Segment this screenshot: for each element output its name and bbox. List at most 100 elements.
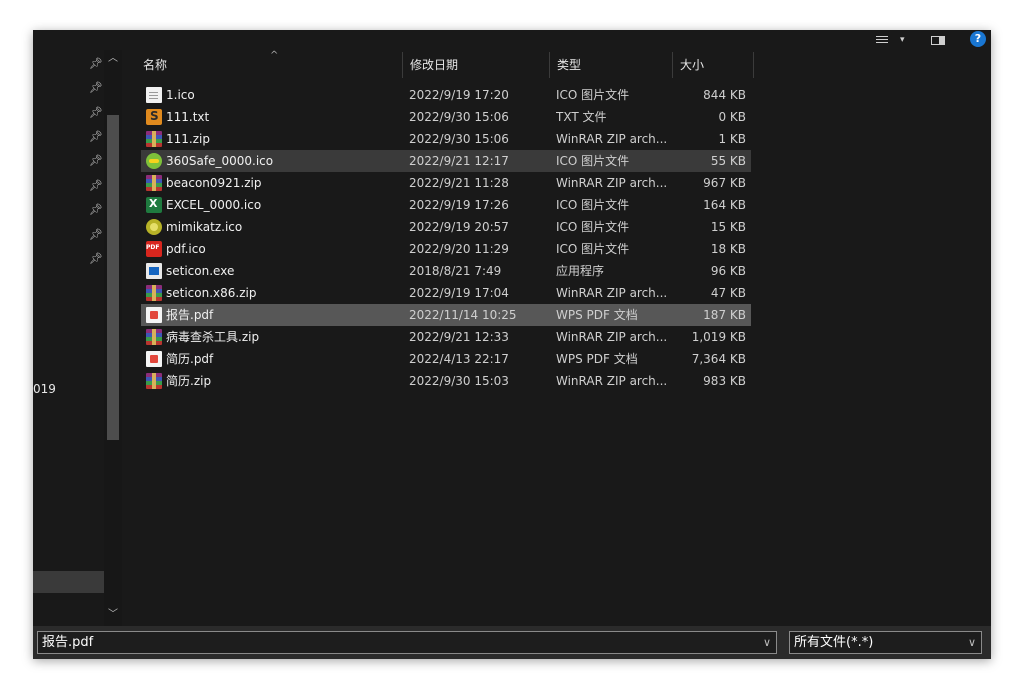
file-date: 2018/8/21 7:49 [409, 264, 502, 278]
pin-icon[interactable]: 📌︎ [89, 82, 103, 94]
ico-doc-icon [146, 87, 162, 103]
pin-icon[interactable]: 📌︎ [89, 155, 103, 167]
file-name: mimikatz.ico [166, 220, 243, 234]
winrar-zip-icon [146, 329, 162, 345]
column-header-name[interactable]: 名称 [136, 52, 403, 78]
file-row[interactable]: 111.txt 2022/9/30 15:06 TXT 文件 0 KB [141, 105, 751, 128]
file-type: WinRAR ZIP arch... [556, 132, 668, 146]
file-name: seticon.exe [166, 264, 235, 278]
file-type: 应用程序 [556, 264, 605, 278]
file-date: 2022/9/19 17:26 [409, 198, 509, 212]
column-header-type[interactable]: 类型 [550, 52, 673, 78]
file-date: 2022/9/30 15:03 [409, 374, 509, 388]
nav-scrollbar[interactable]: ︿ ﹀ [104, 50, 122, 626]
file-row[interactable]: 1.ico 2022/9/19 17:20 ICO 图片文件 844 KB [141, 84, 751, 106]
file-date: 2022/9/21 11:28 [409, 176, 509, 190]
exe-icon [146, 263, 162, 279]
file-name: EXCEL_0000.ico [166, 198, 262, 212]
file-size: 1,019 KB [691, 330, 746, 344]
file-type-filter-select[interactable]: 所有文件(*.*) ∨ [789, 631, 982, 654]
file-size: 164 KB [703, 198, 746, 212]
file-date: 2022/9/19 20:57 [409, 220, 509, 234]
file-type: ICO 图片文件 [556, 154, 630, 168]
file-row[interactable]: 简历.zip 2022/9/30 15:03 WinRAR ZIP arch..… [141, 370, 751, 392]
file-date: 2022/9/21 12:33 [409, 330, 509, 344]
file-size: 1 KB [718, 132, 746, 146]
preview-pane-icon[interactable] [930, 33, 946, 47]
pin-icon[interactable]: 📌︎ [89, 131, 103, 143]
pin-icon[interactable]: 📌︎ [89, 107, 103, 119]
help-icon[interactable]: ? [970, 31, 986, 47]
file-name: 111.txt [166, 110, 210, 124]
file-row[interactable]: pdf.ico 2022/9/20 11:29 ICO 图片文件 18 KB [141, 237, 751, 260]
file-size: 7,364 KB [691, 352, 746, 366]
chevron-down-icon[interactable]: ∨ [763, 632, 771, 653]
wps-pdf-icon [146, 307, 162, 323]
file-size: 15 KB [710, 220, 746, 234]
file-row[interactable]: seticon.x86.zip 2022/9/19 17:04 WinRAR Z… [141, 282, 751, 304]
file-row[interactable]: 病毒查杀工具.zip 2022/9/21 12:33 WinRAR ZIP ar… [141, 326, 751, 348]
file-type: WinRAR ZIP arch... [556, 176, 668, 190]
360-safe-icon [146, 153, 162, 169]
pdf-icon [146, 237, 162, 259]
chevron-down-icon[interactable]: ∨ [968, 632, 976, 653]
top-toolbar: ▾ ? [33, 30, 991, 50]
file-list: ^ 名称 修改日期 类型 大小 1.ico 2022/9/19 17:20 IC… [123, 50, 991, 626]
sublime-text-icon [146, 105, 162, 127]
winrar-zip-icon [146, 131, 162, 147]
file-type: WPS PDF 文档 [556, 308, 638, 322]
file-row[interactable]: mimikatz.ico 2022/9/19 20:57 ICO 图片文件 15… [141, 216, 751, 238]
view-options-icon[interactable] [874, 33, 890, 47]
file-name: 111.zip [166, 132, 210, 146]
pin-icon[interactable]: 📌︎ [89, 204, 103, 216]
file-date: 2022/9/21 12:17 [409, 154, 509, 168]
file-type: ICO 图片文件 [556, 220, 630, 234]
dialog-bottom-bar: 报告.pdf ∨ 所有文件(*.*) ∨ [33, 626, 991, 659]
file-type: ICO 图片文件 [556, 198, 630, 212]
file-type: TXT 文件 [556, 110, 607, 124]
file-row[interactable]: 简历.pdf 2022/4/13 22:17 WPS PDF 文档 7,364 … [141, 348, 751, 370]
file-row-hovered[interactable]: 360Safe_0000.ico 2022/9/21 12:17 ICO 图片文… [141, 150, 751, 172]
file-type: WinRAR ZIP arch... [556, 374, 668, 388]
column-header-date[interactable]: 修改日期 [403, 52, 550, 78]
file-name: beacon0921.zip [166, 176, 262, 190]
file-type: WinRAR ZIP arch... [556, 330, 668, 344]
file-row[interactable]: EXCEL_0000.ico 2022/9/19 17:26 ICO 图片文件 … [141, 193, 751, 216]
winrar-zip-icon [146, 285, 162, 301]
file-row[interactable]: 111.zip 2022/9/30 15:06 WinRAR ZIP arch.… [141, 128, 751, 150]
scroll-thumb[interactable] [107, 115, 119, 440]
file-date: 2022/9/30 15:06 [409, 132, 509, 146]
column-header-size[interactable]: 大小 [673, 52, 754, 78]
file-name: 病毒查杀工具.zip [166, 330, 260, 344]
file-size: 0 KB [718, 110, 746, 124]
file-type: ICO 图片文件 [556, 88, 630, 102]
filter-value: 所有文件(*.*) [794, 635, 874, 650]
pin-icon[interactable]: 📌︎ [89, 253, 103, 265]
file-date: 2022/9/20 11:29 [409, 242, 509, 256]
scroll-down-icon[interactable]: ﹀ [104, 608, 122, 622]
file-date: 2022/4/13 22:17 [409, 352, 509, 366]
winrar-zip-icon [146, 373, 162, 389]
file-type: ICO 图片文件 [556, 242, 630, 256]
file-name: 1.ico [166, 88, 195, 102]
wps-pdf-icon [146, 351, 162, 367]
file-size: 983 KB [703, 374, 746, 388]
file-row[interactable]: beacon0921.zip 2022/9/21 11:28 WinRAR ZI… [141, 172, 751, 194]
file-type: WPS PDF 文档 [556, 352, 638, 366]
pin-icon[interactable]: 📌︎ [89, 180, 103, 192]
nav-item-label[interactable]: 019 [33, 382, 56, 396]
pin-icon[interactable]: 📌︎ [89, 58, 103, 70]
file-size: 96 KB [710, 264, 746, 278]
file-dialog-window: ▾ ? 📌︎ 📌︎ 📌︎ 📌︎ 📌︎ 📌︎ 📌︎ 📌︎ 📌︎ 019 ︿ ﹀ ^… [33, 30, 991, 659]
file-date: 2022/11/14 10:25 [409, 308, 517, 322]
file-row[interactable]: seticon.exe 2018/8/21 7:49 应用程序 96 KB [141, 260, 751, 282]
pin-icon[interactable]: 📌︎ [89, 229, 103, 241]
file-name: seticon.x86.zip [166, 286, 257, 300]
scroll-up-icon[interactable]: ︿ [104, 52, 122, 66]
winrar-zip-icon [146, 175, 162, 191]
file-name: 简历.pdf [166, 352, 214, 366]
nav-selected-item[interactable] [33, 571, 104, 593]
filename-input[interactable]: 报告.pdf ∨ [37, 631, 777, 654]
file-row-selected[interactable]: 报告.pdf 2022/11/14 10:25 WPS PDF 文档 187 K… [141, 304, 751, 326]
view-dropdown-icon[interactable]: ▾ [900, 33, 910, 47]
